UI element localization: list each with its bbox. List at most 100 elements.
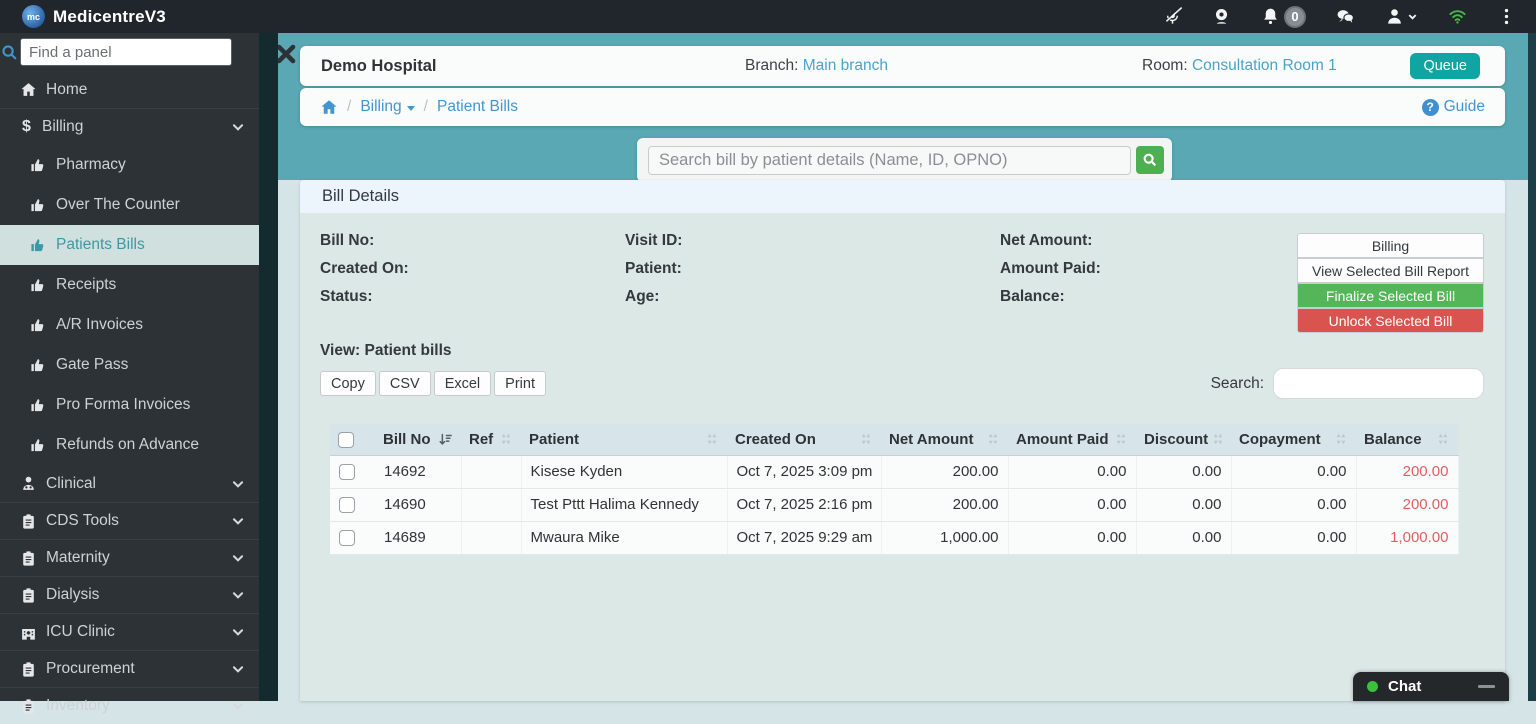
- sort-icon: [1211, 432, 1225, 446]
- sidebar-item-icu-clinic[interactable]: ICU Clinic: [0, 613, 259, 650]
- sidebar-item-refunds-on-advance[interactable]: Refunds on Advance: [0, 425, 259, 465]
- guide-label: Guide: [1444, 98, 1485, 116]
- room-info: Room: Consultation Room 1: [1142, 57, 1337, 75]
- chevron-down-icon: [231, 551, 245, 565]
- excel-button[interactable]: Excel: [434, 371, 491, 396]
- more-options-icon[interactable]: [1497, 7, 1516, 26]
- sidebar-item-clinical[interactable]: Clinical: [0, 465, 259, 502]
- panel-search: [0, 33, 259, 71]
- unlock-selected-bill-button[interactable]: Unlock Selected Bill: [1297, 308, 1484, 333]
- sort-icon: [859, 432, 873, 446]
- right-scrollbar-strip[interactable]: [1528, 33, 1536, 701]
- column-header-net-amount[interactable]: Net Amount: [881, 424, 1008, 455]
- column-header-ref[interactable]: Ref: [461, 424, 521, 455]
- minimize-icon[interactable]: [1478, 685, 1495, 688]
- field-label-amount-paid: Amount Paid:: [1000, 255, 1101, 283]
- table-row[interactable]: 14692 Kisese Kyden Oct 7, 2025 3:09 pm 2…: [330, 455, 1458, 488]
- wifi-icon[interactable]: [1448, 7, 1467, 26]
- user-menu-button[interactable]: [1385, 7, 1418, 26]
- sidebar-item-label: Procurement: [46, 660, 135, 678]
- bill-search-button[interactable]: [1136, 146, 1164, 174]
- column-header-discount[interactable]: Discount: [1136, 424, 1231, 455]
- mic-off-icon[interactable]: [1163, 7, 1182, 26]
- select-all-checkbox[interactable]: [338, 432, 354, 448]
- sort-icon: [499, 432, 513, 446]
- breadcrumb: / Billing / Patient Bills ? Guide: [300, 88, 1505, 126]
- column-header-amount-paid[interactable]: Amount Paid: [1008, 424, 1136, 455]
- messages-icon[interactable]: [1336, 7, 1355, 26]
- print-button[interactable]: Print: [494, 371, 546, 396]
- field-label-patient: Patient:: [625, 255, 682, 283]
- chevron-down-icon: [231, 588, 245, 602]
- column-header-patient[interactable]: Patient: [521, 424, 727, 455]
- view-selected-bill-report-button[interactable]: View Selected Bill Report: [1297, 258, 1484, 283]
- table-search-input[interactable]: [1273, 368, 1484, 399]
- clipboard-icon: [20, 513, 37, 530]
- app-logo-icon: mc: [22, 5, 45, 28]
- branch-label: Branch:: [745, 57, 798, 74]
- guide-link[interactable]: ? Guide: [1422, 98, 1485, 116]
- search-icon: [1, 44, 18, 61]
- column-header-created-on[interactable]: Created On: [727, 424, 881, 455]
- breadcrumb-billing[interactable]: Billing: [360, 98, 414, 116]
- sidebar-item-procurement[interactable]: Procurement: [0, 650, 259, 687]
- sidebar-item-receipts[interactable]: Receipts: [0, 265, 259, 305]
- breadcrumb-label: Billing: [360, 98, 401, 116]
- sidebar-item-label: Dialysis: [46, 586, 99, 604]
- sidebar-item-over-the-counter[interactable]: Over The Counter: [0, 185, 259, 225]
- chevron-down-icon: [231, 662, 245, 676]
- sidebar-item-label: Billing: [42, 118, 83, 136]
- sidebar-item-maternity[interactable]: Maternity: [0, 539, 259, 576]
- chat-label: Chat: [1388, 678, 1421, 695]
- hospital-name: Demo Hospital: [321, 57, 437, 76]
- table-row[interactable]: 14690 Test Pttt Halima Kennedy Oct 7, 20…: [330, 488, 1458, 521]
- chevron-down-icon: [231, 477, 245, 491]
- row-checkbox[interactable]: [339, 530, 355, 546]
- field-label-visit-id: Visit ID:: [625, 227, 682, 255]
- bill-search-input[interactable]: [648, 146, 1131, 175]
- sidebar-item-ar-invoices[interactable]: A/R Invoices: [0, 305, 259, 345]
- field-label-created-on: Created On:: [320, 255, 409, 283]
- column-header-copayment[interactable]: Copayment: [1231, 424, 1356, 455]
- main-content: Demo Hospital Branch: Main branch Room: …: [278, 33, 1528, 701]
- field-label-net-amount: Net Amount:: [1000, 227, 1101, 255]
- hospital-icon: [20, 624, 37, 641]
- webcam-icon[interactable]: [1212, 7, 1231, 26]
- table-row[interactable]: 14689 Mwaura Mike Oct 7, 2025 9:29 am 1,…: [330, 521, 1458, 554]
- row-checkbox[interactable]: [339, 464, 355, 480]
- field-label-age: Age:: [625, 283, 682, 311]
- sidebar-item-inventory[interactable]: Inventory: [0, 687, 259, 724]
- panel-title: Bill Details: [300, 180, 1505, 213]
- column-header-balance[interactable]: Balance: [1356, 424, 1458, 455]
- breadcrumb-patient-bills[interactable]: Patient Bills: [437, 98, 518, 116]
- sidebar-item-home[interactable]: Home: [0, 71, 259, 108]
- finalize-selected-bill-button[interactable]: Finalize Selected Bill: [1297, 283, 1484, 308]
- bill-search-card: [637, 138, 1172, 182]
- room-link[interactable]: Consultation Room 1: [1192, 57, 1337, 74]
- field-label-bill-no: Bill No:: [320, 227, 409, 255]
- notifications-button[interactable]: 0: [1261, 6, 1306, 28]
- sidebar-item-pharmacy[interactable]: Pharmacy: [0, 145, 259, 185]
- home-icon[interactable]: [320, 98, 338, 116]
- room-label: Room:: [1142, 57, 1188, 74]
- copy-button[interactable]: Copy: [320, 371, 376, 396]
- notification-count-badge: 0: [1284, 6, 1306, 28]
- branch-info: Branch: Main branch: [745, 57, 888, 75]
- billing-button[interactable]: Billing: [1297, 233, 1484, 258]
- row-checkbox[interactable]: [339, 497, 355, 513]
- branch-link[interactable]: Main branch: [803, 57, 888, 74]
- column-header-bill-no[interactable]: Bill No: [375, 424, 461, 455]
- sidebar-item-patients-bills[interactable]: Patients Bills: [0, 225, 259, 265]
- panel-search-input[interactable]: [20, 38, 232, 66]
- sidebar-item-billing[interactable]: $ Billing: [0, 108, 259, 145]
- sort-icon: [1436, 432, 1450, 446]
- chat-widget[interactable]: Chat: [1353, 672, 1509, 701]
- sidebar-item-dialysis[interactable]: Dialysis: [0, 576, 259, 613]
- queue-button[interactable]: Queue: [1410, 53, 1480, 79]
- sidebar-item-label: CDS Tools: [46, 512, 119, 530]
- sidebar-item-pro-forma-invoices[interactable]: Pro Forma Invoices: [0, 385, 259, 425]
- csv-button[interactable]: CSV: [379, 371, 431, 396]
- sidebar-item-gate-pass[interactable]: Gate Pass: [0, 345, 259, 385]
- sidebar-item-cds-tools[interactable]: CDS Tools: [0, 502, 259, 539]
- sidebar-item-label: Patients Bills: [56, 236, 145, 254]
